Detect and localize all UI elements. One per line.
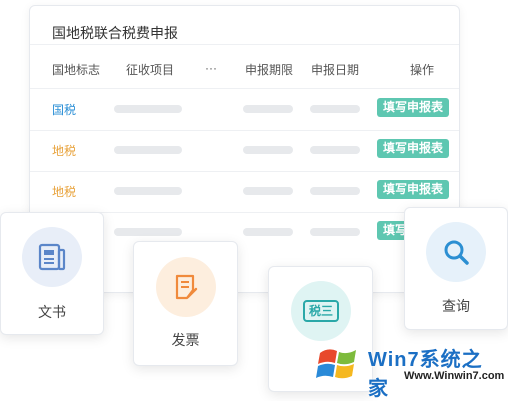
query-icon-circle [426, 222, 486, 282]
placeholder-bar [114, 105, 182, 113]
placeholder-bar [310, 187, 360, 195]
table-row: 国税 填写申报表 [30, 89, 459, 129]
placeholder-bar [310, 228, 360, 236]
header-action: 操作 [410, 63, 435, 77]
invoice-icon-circle [156, 257, 216, 317]
watermark-url: Www.Winwin7.com [404, 370, 505, 382]
title-divider [30, 44, 459, 45]
windows-logo-icon [316, 349, 356, 379]
placeholder-bar [114, 228, 182, 236]
placeholder-bar [114, 187, 182, 195]
query-label: 查询 [442, 298, 470, 314]
table-row: 地税 填写申报表 [30, 130, 459, 170]
placeholder-bar [243, 187, 293, 195]
documents-icon-circle [22, 227, 82, 287]
search-icon [444, 240, 469, 265]
tax-type-label: 地税 [52, 144, 77, 158]
documents-card[interactable]: 文书 [0, 212, 104, 335]
placeholder-bar [310, 146, 360, 154]
query-card[interactable]: 查询 [404, 207, 508, 330]
tax-icon: 税三 [302, 300, 339, 322]
header-more: ··· [205, 61, 217, 75]
placeholder-bar [243, 105, 293, 113]
placeholder-bar [114, 146, 182, 154]
fill-form-button[interactable]: 填写申报表 [377, 180, 449, 199]
placeholder-bar [310, 105, 360, 113]
watermark: Win7系统之家 Www.Winwin7.com [312, 343, 505, 400]
header-items: 征收项目 [126, 63, 175, 77]
tax-type-label: 地税 [52, 185, 77, 199]
header-period: 申报期限 [245, 63, 294, 77]
placeholder-bar [243, 228, 293, 236]
documents-label: 文书 [38, 304, 66, 320]
fill-form-button[interactable]: 填写申报表 [377, 98, 449, 117]
invoice-card[interactable]: 发票 [133, 241, 238, 366]
tax-icon-circle: 税三 [291, 281, 351, 341]
table-row: 地税 填写申报表 [30, 171, 459, 211]
header-tax-type: 国地标志 [52, 63, 101, 77]
panel-title: 国地税联合税费申报 [52, 25, 178, 41]
fill-form-button[interactable]: 填写申报表 [377, 139, 449, 158]
invoice-label: 发票 [171, 332, 200, 348]
header-date: 申报日期 [311, 63, 360, 77]
invoice-icon [175, 274, 198, 300]
placeholder-bar [243, 146, 293, 154]
tax-type-label: 国税 [52, 103, 77, 117]
document-icon [38, 243, 66, 271]
